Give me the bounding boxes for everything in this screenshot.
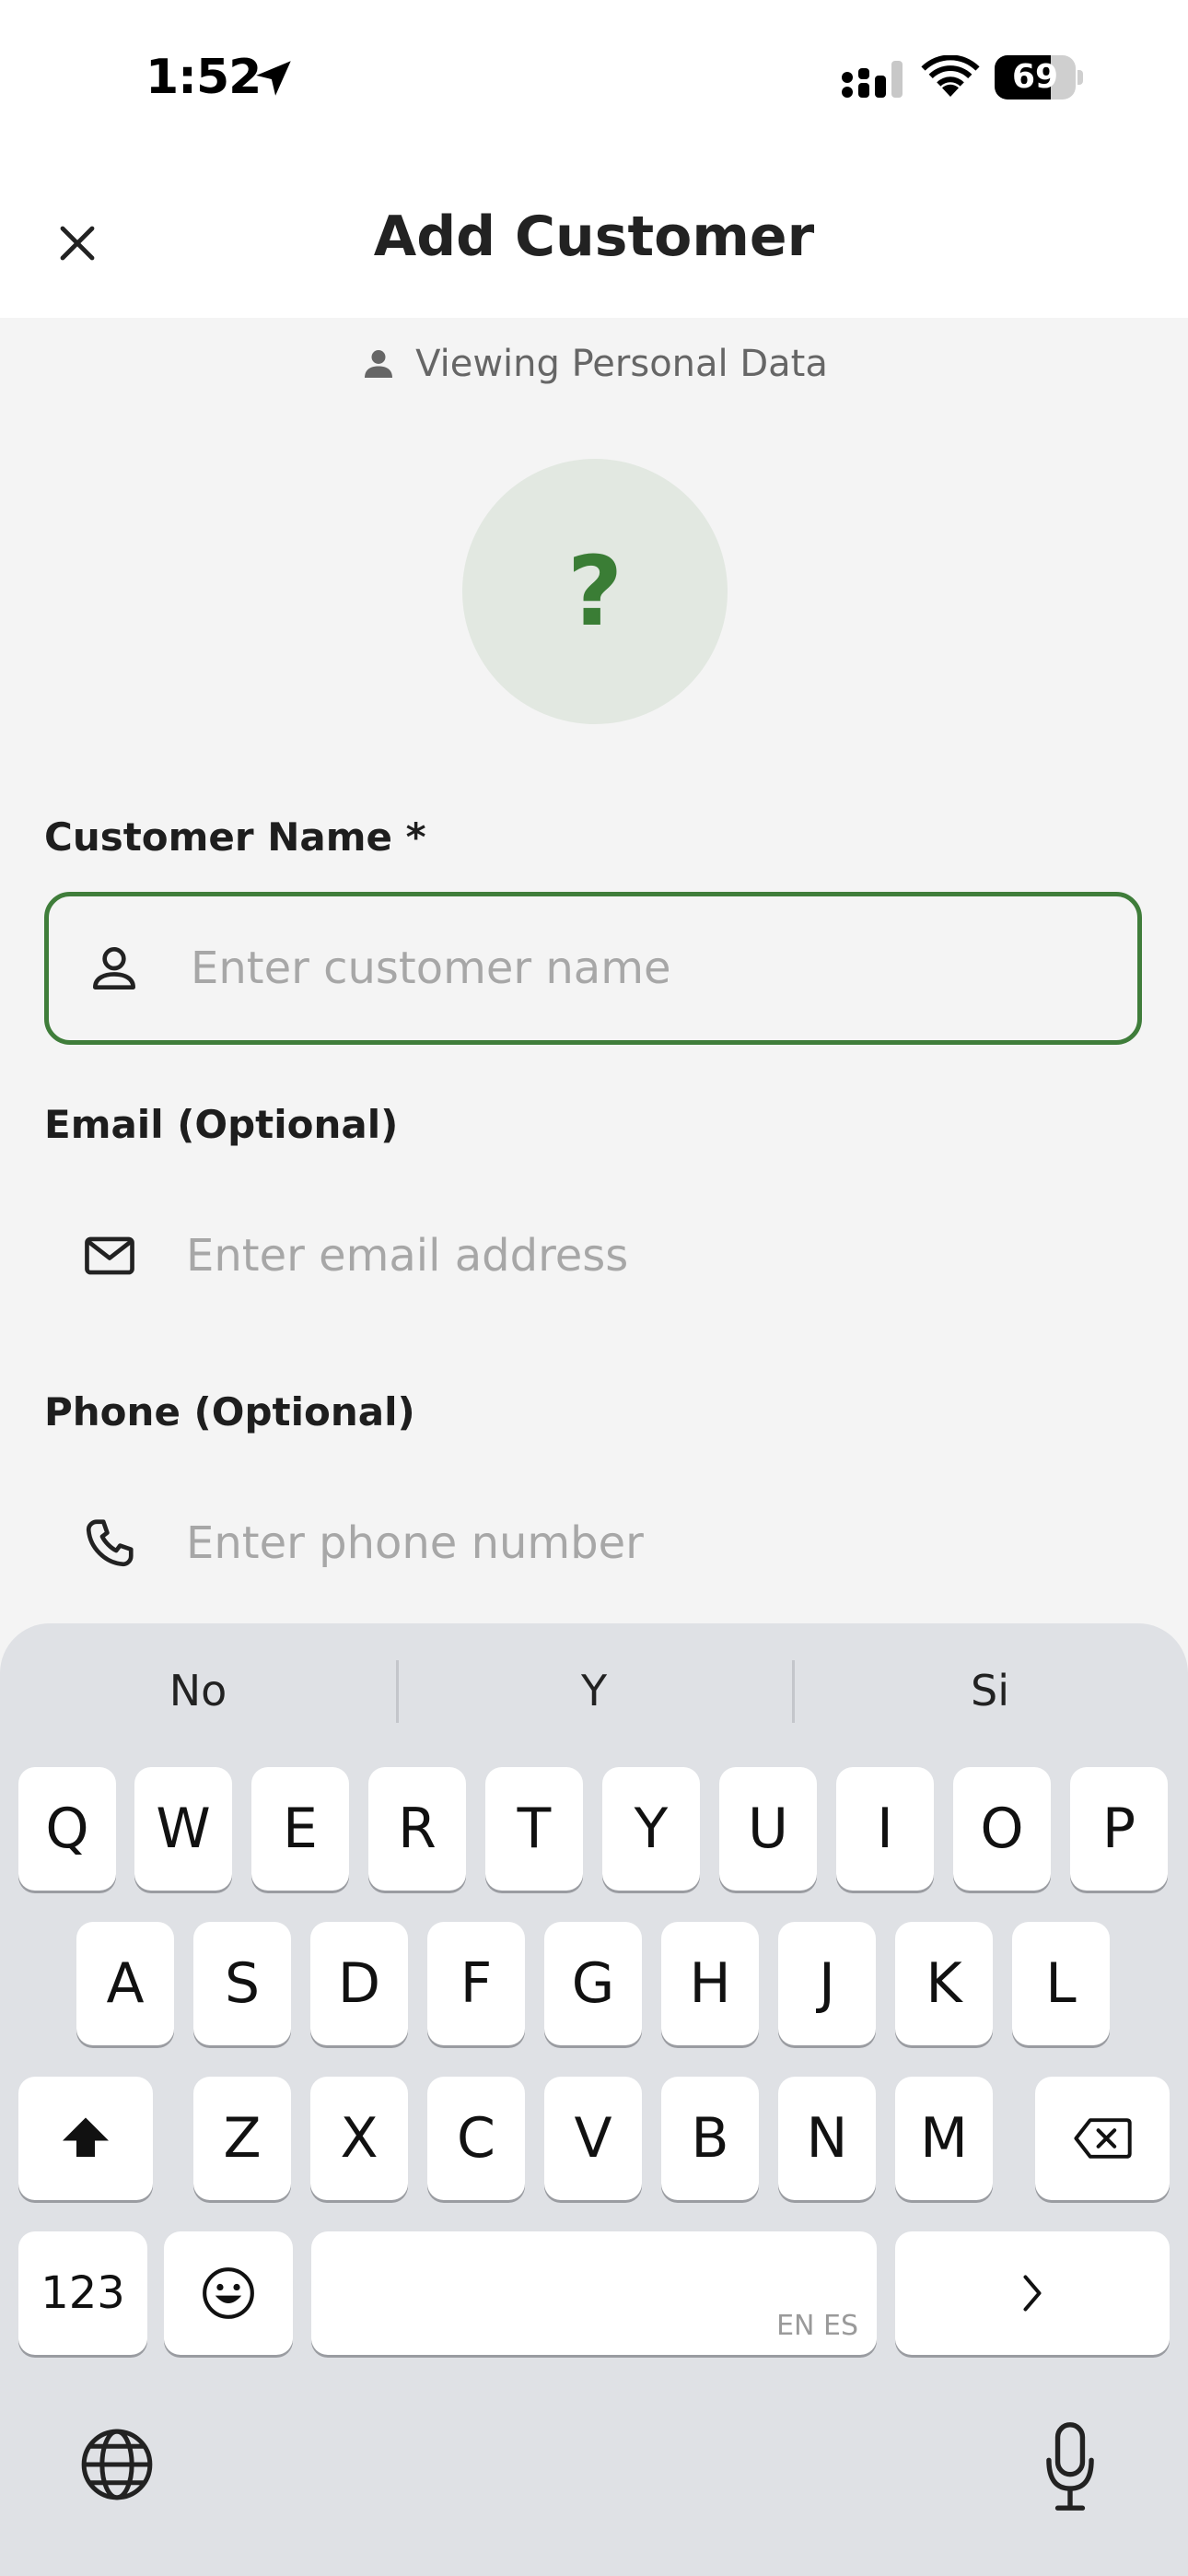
key-z[interactable]: Z	[193, 2077, 291, 2200]
key-q[interactable]: Q	[18, 1767, 116, 1891]
key-n[interactable]: N	[778, 2077, 876, 2200]
privacy-notice-text: Viewing Personal Data	[415, 343, 828, 385]
avatar-placeholder: ?	[566, 535, 623, 648]
emoji-icon	[203, 2267, 254, 2319]
mail-icon	[85, 1236, 134, 1275]
suggestion-2[interactable]: Y	[396, 1640, 792, 1741]
key-u[interactable]: U	[719, 1767, 817, 1891]
key-f[interactable]: F	[427, 1922, 525, 2045]
header: Add Customer	[0, 157, 1188, 318]
key-o[interactable]: O	[953, 1767, 1051, 1891]
key-h[interactable]: H	[661, 1922, 759, 2045]
phone-icon	[86, 1519, 134, 1567]
cellular-signal-icon	[842, 61, 903, 98]
key-j[interactable]: J	[778, 1922, 876, 2045]
key-l[interactable]: L	[1012, 1922, 1110, 2045]
key-y[interactable]: Y	[602, 1767, 700, 1891]
email-field[interactable]	[44, 1179, 1142, 1332]
wifi-icon	[921, 55, 980, 97]
phone-field[interactable]	[44, 1467, 1142, 1620]
key-m[interactable]: M	[895, 2077, 993, 2200]
avatar[interactable]: ?	[462, 459, 728, 724]
key-c[interactable]: C	[427, 2077, 525, 2200]
person-outline-icon	[93, 947, 135, 989]
email-label: Email (Optional)	[44, 1102, 399, 1147]
keyboard-suggestions: No Y Si	[0, 1640, 1188, 1741]
emoji-key[interactable]	[164, 2231, 293, 2355]
battery-body: 69	[995, 55, 1076, 100]
customer-name-label: Customer Name *	[44, 814, 426, 860]
key-k[interactable]: K	[895, 1922, 993, 2045]
key-s[interactable]: S	[193, 1922, 291, 2045]
backspace-icon	[1074, 2118, 1132, 2159]
globe-icon[interactable]	[77, 2425, 157, 2504]
next-key[interactable]	[895, 2231, 1170, 2355]
shift-key[interactable]	[18, 2077, 153, 2200]
battery-level: 69	[1011, 58, 1059, 96]
key-w[interactable]: W	[134, 1767, 232, 1891]
page-title: Add Customer	[373, 205, 815, 269]
key-p[interactable]: P	[1070, 1767, 1168, 1891]
key-d[interactable]: D	[310, 1922, 408, 2045]
numbers-key[interactable]: 123	[18, 2231, 147, 2355]
space-language-tag: EN ES	[776, 2310, 858, 2342]
battery-icon: 69	[995, 55, 1083, 100]
key-e[interactable]: E	[251, 1767, 349, 1891]
key-t[interactable]: T	[485, 1767, 583, 1891]
person-icon	[365, 350, 393, 378]
key-r[interactable]: R	[368, 1767, 466, 1891]
key-g[interactable]: G	[544, 1922, 642, 2045]
location-arrow-icon	[256, 61, 291, 96]
backspace-key[interactable]	[1035, 2077, 1170, 2200]
key-b[interactable]: B	[661, 2077, 759, 2200]
status-bar: 1:52 69	[0, 0, 1188, 157]
status-time: 1:52	[146, 50, 262, 105]
key-a[interactable]: A	[76, 1922, 174, 2045]
keyboard: No Y Si Q W E R T Y U I O P A S D F G H …	[0, 1623, 1188, 2576]
suggestion-1[interactable]: No	[0, 1640, 396, 1741]
privacy-notice: Viewing Personal Data	[0, 343, 1188, 385]
next-field-icon	[1023, 2275, 1042, 2312]
key-x[interactable]: X	[310, 2077, 408, 2200]
battery-nub	[1077, 70, 1083, 85]
customer-name-field[interactable]	[44, 892, 1142, 1045]
key-i[interactable]: I	[836, 1767, 934, 1891]
suggestion-3[interactable]: Si	[792, 1640, 1188, 1741]
key-v[interactable]: V	[544, 2077, 642, 2200]
shift-icon	[63, 2117, 109, 2157]
phone-label: Phone (Optional)	[44, 1389, 415, 1434]
microphone-icon[interactable]	[1044, 2421, 1096, 2513]
space-key[interactable]: EN ES	[311, 2231, 877, 2355]
email-input[interactable]	[186, 1179, 1107, 1332]
phone-input[interactable]	[186, 1467, 1107, 1620]
customer-name-input[interactable]	[191, 896, 1112, 1040]
